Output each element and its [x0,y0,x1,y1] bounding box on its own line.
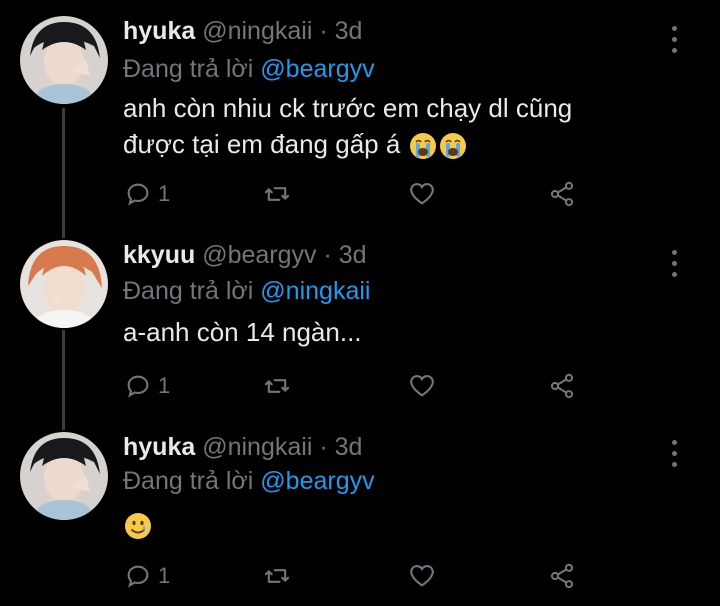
retweet-button[interactable] [263,558,291,594]
retweet-icon [264,569,290,583]
separator: · [319,17,328,45]
more-options-icon[interactable] [664,434,684,474]
reply-icon [127,183,149,206]
handle[interactable]: @beargyv [202,241,316,269]
reply-count: 1 [158,181,171,206]
replying-to: Đang trả lời @beargyv [123,54,375,84]
tweet[interactable]: hyuka @ningkaii · 3d Đang trả lời @bearg… [0,418,720,606]
like-button[interactable] [408,558,436,594]
mention-link[interactable]: @beargyv [260,467,374,495]
replying-prefix: Đang trả lời [123,55,254,83]
tweet-text-line-with-emoji: được tại em đang gấp á [123,126,572,162]
retweet-icon [264,379,290,393]
timestamp[interactable]: 3d [335,17,363,45]
like-icon [410,375,434,397]
share-icon [550,373,574,399]
reply-button[interactable]: 1 [124,558,170,594]
reply-icon [127,565,149,588]
share-button[interactable] [548,176,576,212]
share-icon [550,181,574,207]
tweet-text-line: anh còn nhiu ck trước em chạy dl cũng [123,93,573,123]
like-button[interactable] [408,176,436,212]
tweet-text: anh còn nhiu ck trước em chạy dl cũng đư… [123,90,572,162]
like-icon [410,565,434,587]
handle[interactable]: @ningkaii [202,433,312,461]
tweet-text: a-anh còn 14 ngàn... [123,317,362,347]
timestamp[interactable]: 3d [339,241,367,269]
like-icon [410,183,434,205]
tweet[interactable]: kkyuu @beargyv · 3d Đang trả lời @ningka… [0,222,720,418]
share-icon [550,563,574,589]
more-options-icon[interactable] [664,244,684,284]
replying-prefix: Đang trả lời [123,277,254,305]
retweet-button[interactable] [263,176,291,212]
reply-button[interactable]: 1 [124,176,170,212]
avatar[interactable] [20,240,108,328]
loudly-crying-face-icon [409,133,436,160]
replying-to: Đang trả lời @ningkaii [123,276,370,306]
separator: · [323,241,332,269]
like-button[interactable] [408,368,436,404]
avatar[interactable] [20,432,108,520]
tweet-actions: 1 [118,176,598,212]
display-name[interactable]: hyuka [123,17,195,45]
thread-line [62,418,65,430]
reply-count: 1 [158,373,171,398]
thread-line [62,222,65,238]
retweet-icon [264,187,290,201]
avatar[interactable] [20,16,108,104]
reply-icon [127,375,149,398]
tweet[interactable]: hyuka @ningkaii · 3d Đang trả lời @bearg… [0,0,720,222]
replying-to: Đang trả lời @beargyv [123,466,375,496]
reply-button[interactable]: 1 [124,368,170,404]
tweet-actions: 1 [118,558,598,594]
smiling-face-with-tear-icon [125,513,151,540]
share-button[interactable] [548,558,576,594]
display-name[interactable]: kkyuu [123,241,195,269]
handle[interactable]: @ningkaii [202,17,312,45]
loudly-crying-face-icon [439,133,466,160]
share-button[interactable] [548,368,576,404]
retweet-button[interactable] [263,368,291,404]
timestamp[interactable]: 3d [335,433,363,461]
reply-count: 1 [158,563,171,588]
replying-prefix: Đang trả lời [123,467,254,495]
display-name[interactable]: hyuka [123,433,195,461]
more-options-icon[interactable] [664,20,684,60]
mention-link[interactable]: @beargyv [260,55,374,83]
mention-link[interactable]: @ningkaii [260,277,370,305]
tweet-text [123,506,153,542]
separator: · [319,433,328,461]
tweet-text-line: được tại em đang gấp á [123,129,401,159]
thread-line [62,108,65,222]
thread-line [62,330,65,418]
tweet-actions: 1 [118,368,598,404]
